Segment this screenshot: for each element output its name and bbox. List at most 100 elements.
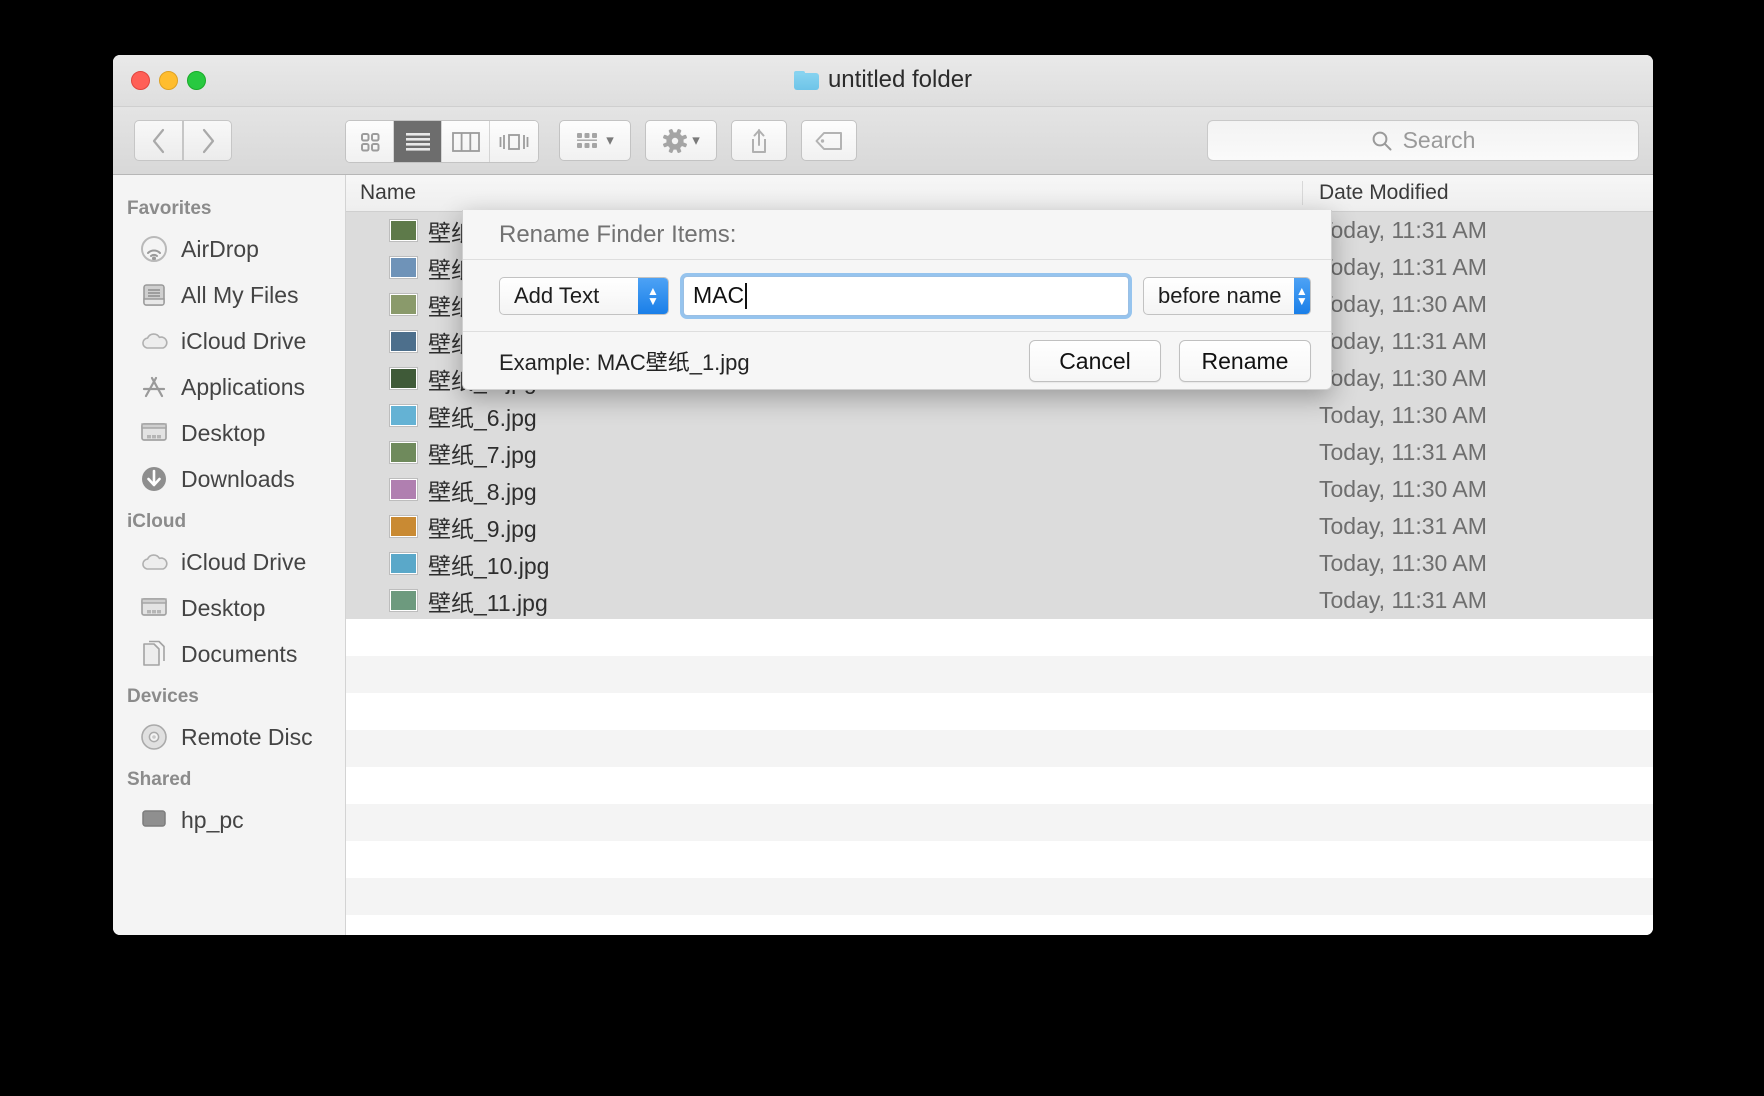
toolbar: ▾ ▾ — [113, 107, 1653, 175]
file-thumbnail-icon — [390, 257, 417, 278]
file-thumbnail-icon — [390, 294, 417, 315]
file-name-cell: 壁纸_10.jpg — [346, 547, 1303, 581]
sidebar-item-label: All My Files — [181, 282, 299, 309]
example-text: Example: MAC壁纸_1.jpg — [499, 345, 1011, 377]
view-mode-group — [345, 120, 539, 163]
file-date-cell: Today, 11:31 AM — [1303, 439, 1653, 466]
empty-row — [346, 619, 1653, 656]
column-header-name[interactable]: Name — [346, 181, 1303, 205]
file-date-cell: Today, 11:31 AM — [1303, 254, 1653, 281]
sidebar-item-icloud-drive-2[interactable]: iCloud Drive — [113, 539, 345, 585]
file-name-cell: 壁纸_11.jpg — [346, 584, 1303, 618]
dialog-footer: Example: MAC壁纸_1.jpg Cancel Rename — [463, 332, 1331, 390]
table-row[interactable]: 壁纸_11.jpgToday, 11:31 AM — [346, 582, 1653, 619]
file-name-label: 壁纸_8.jpg — [428, 473, 537, 507]
sidebar-item-documents[interactable]: Documents — [113, 631, 345, 677]
icon-view-button[interactable] — [346, 121, 394, 162]
file-date-cell: Today, 11:30 AM — [1303, 402, 1653, 429]
file-name-cell: 壁纸_9.jpg — [346, 510, 1303, 544]
coverflow-view-button[interactable] — [490, 121, 538, 162]
file-name-label: 壁纸_11.jpg — [428, 584, 548, 618]
disc-icon — [139, 722, 169, 752]
file-name-label: 壁纸_7.jpg — [428, 436, 537, 470]
file-thumbnail-icon — [390, 220, 417, 241]
computer-icon — [139, 805, 169, 835]
column-view-button[interactable] — [442, 121, 490, 162]
cloud-icon — [139, 326, 169, 356]
file-name-label: 壁纸_6.jpg — [428, 399, 537, 433]
cancel-button[interactable]: Cancel — [1029, 340, 1161, 382]
operation-dropdown[interactable]: Add Text ▲▼ — [499, 277, 669, 315]
sidebar-item-desktop[interactable]: Desktop — [113, 410, 345, 456]
sidebar-header-devices: Devices — [113, 677, 345, 714]
title-bar: untitled folder — [113, 55, 1653, 107]
sidebar-item-label: Downloads — [181, 466, 295, 493]
sidebar-item-label: Desktop — [181, 420, 265, 447]
text-caret — [745, 283, 747, 309]
sidebar-item-icloud-drive[interactable]: iCloud Drive — [113, 318, 345, 364]
rename-button[interactable]: Rename — [1179, 340, 1311, 382]
column-header-row: Name Date Modified — [346, 175, 1653, 212]
desktop-icon — [139, 418, 169, 448]
sidebar-item-hp-pc[interactable]: hp_pc — [113, 797, 345, 843]
forward-button[interactable] — [183, 120, 232, 161]
empty-row — [346, 656, 1653, 693]
file-thumbnail-icon — [390, 442, 417, 463]
chevron-down-icon: ▾ — [606, 133, 614, 148]
empty-row — [346, 841, 1653, 878]
table-row[interactable]: 壁纸_10.jpgToday, 11:30 AM — [346, 545, 1653, 582]
list-view-button[interactable] — [394, 121, 442, 162]
file-name-label: 壁纸_9.jpg — [428, 510, 537, 544]
file-thumbnail-icon — [390, 553, 417, 574]
empty-row — [346, 804, 1653, 841]
file-thumbnail-icon — [390, 368, 417, 389]
cloud-icon — [139, 547, 169, 577]
sidebar-header-shared: Shared — [113, 760, 345, 797]
sidebar-item-label: Documents — [181, 641, 297, 668]
sidebar-item-applications[interactable]: Applications — [113, 364, 345, 410]
back-button[interactable] — [134, 120, 183, 161]
chevron-down-icon: ▾ — [692, 133, 700, 148]
arrange-by-button[interactable]: ▾ — [559, 120, 631, 161]
table-row[interactable]: 壁纸_9.jpg Today, 11:31 AM — [346, 508, 1653, 545]
sidebar-header-icloud: iCloud — [113, 502, 345, 539]
operation-dropdown-label: Add Text — [500, 278, 638, 314]
file-date-cell: Today, 11:30 AM — [1303, 291, 1653, 318]
desktop-icon — [139, 593, 169, 623]
file-date-cell: Today, 11:31 AM — [1303, 513, 1653, 540]
rename-text-input[interactable]: MAC — [683, 276, 1129, 316]
sidebar-item-label: Applications — [181, 374, 305, 401]
sidebar-item-label: hp_pc — [181, 807, 244, 834]
table-row[interactable]: 壁纸_6.jpg Today, 11:30 AM — [346, 397, 1653, 434]
share-button[interactable] — [731, 120, 787, 161]
sidebar-item-all-my-files[interactable]: All My Files — [113, 272, 345, 318]
share-icon — [748, 128, 770, 154]
empty-row — [346, 878, 1653, 915]
all-my-files-icon — [139, 280, 169, 310]
column-header-date-modified[interactable]: Date Modified — [1303, 181, 1653, 205]
tags-button[interactable] — [801, 120, 857, 161]
stepper-arrows-icon: ▲▼ — [1294, 278, 1310, 314]
sidebar-item-label: Desktop — [181, 595, 265, 622]
search-input[interactable]: Search — [1207, 120, 1639, 161]
table-row[interactable]: 壁纸_7.jpg Today, 11:31 AM — [346, 434, 1653, 471]
sidebar-item-label: iCloud Drive — [181, 549, 306, 576]
file-name-cell: 壁纸_8.jpg — [346, 473, 1303, 507]
window-title-text: untitled folder — [828, 66, 972, 94]
sidebar-item-remote-disc[interactable]: Remote Disc — [113, 714, 345, 760]
sidebar-item-desktop-2[interactable]: Desktop — [113, 585, 345, 631]
position-dropdown-label: before name — [1144, 278, 1294, 314]
sidebar: Favorites AirDrop — [113, 175, 346, 935]
file-thumbnail-icon — [390, 405, 417, 426]
gear-icon — [662, 128, 688, 154]
action-gear-button[interactable]: ▾ — [645, 120, 717, 161]
empty-row — [346, 693, 1653, 730]
empty-row — [346, 730, 1653, 767]
file-thumbnail-icon — [390, 331, 417, 352]
sidebar-item-label: Remote Disc — [181, 724, 313, 751]
table-row[interactable]: 壁纸_8.jpgToday, 11:30 AM — [346, 471, 1653, 508]
applications-icon — [139, 372, 169, 402]
position-dropdown[interactable]: before name ▲▼ — [1143, 277, 1311, 315]
sidebar-item-airdrop[interactable]: AirDrop — [113, 226, 345, 272]
sidebar-item-downloads[interactable]: Downloads — [113, 456, 345, 502]
